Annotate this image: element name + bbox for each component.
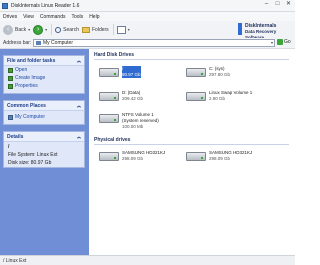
collapse-icon[interactable]: ︽	[77, 103, 81, 109]
hard-drive-icon	[99, 152, 119, 161]
physical-drive-item[interactable]: SAMSUNG HD321KJ 298.09 Gb	[186, 150, 252, 162]
collapse-icon[interactable]: ︽	[77, 58, 81, 64]
address-label: Address bar:	[3, 40, 32, 46]
window-title: DiskInternals Linux Reader 1.6	[11, 2, 80, 9]
task-properties[interactable]: Properties	[4, 82, 84, 90]
minimize-button[interactable]: –	[262, 1, 271, 8]
hard-drive-icon	[99, 68, 119, 77]
chevron-down-icon: ▾	[127, 27, 130, 32]
hdd-section-title: Hard Disk Drives	[94, 52, 135, 58]
drive-list-pane: Hard Disk Drives / 80.97 Gb C: (sys) 297…	[89, 49, 295, 255]
task-properties-label: Properties	[15, 83, 38, 89]
back-button[interactable]: ‹ Back ▾	[3, 24, 31, 35]
menu-commands[interactable]: Commands	[37, 14, 69, 20]
views-icon	[116, 25, 126, 34]
drive-size: 209.42 Gb	[122, 96, 144, 101]
drive-size: 297.80 Gb	[209, 72, 231, 77]
menu-help[interactable]: Help	[86, 14, 102, 20]
places-panel-title: Common Places	[7, 102, 46, 109]
place-my-computer[interactable]: My Computer	[4, 113, 84, 121]
views-button[interactable]: ▾	[116, 25, 130, 34]
search-icon	[55, 26, 62, 33]
drive-size: 80.97 Gb	[122, 72, 141, 78]
task-create-image[interactable]: Create Image	[4, 74, 84, 82]
menu-bar: Drives View Commands Tools Help	[0, 12, 295, 21]
chevron-down-icon[interactable]: ▾	[271, 40, 273, 45]
address-bar: Address bar: My Computer ▾ Go	[0, 38, 295, 49]
details-panel-title: Details	[7, 133, 24, 140]
address-value: My Computer	[43, 40, 74, 46]
menu-view[interactable]: View	[20, 14, 37, 20]
app-icon	[2, 2, 8, 9]
folder-icon	[82, 26, 90, 33]
drive-size: 100.00 Mb	[122, 124, 144, 129]
drive-item-c[interactable]: C: (sys) 297.80 Gb	[186, 66, 230, 78]
hard-drive-icon	[186, 92, 206, 101]
close-button[interactable]: ✕	[284, 1, 293, 8]
details-panel-header[interactable]: Details ︽	[4, 132, 84, 142]
toolbar: ‹ Back ▾ › ▾ Search Folders ▾ DiskIntern…	[0, 21, 295, 40]
toolbar-divider	[112, 24, 114, 35]
folders-button[interactable]: Folders	[82, 26, 109, 33]
details-filesystem: File System: Linux Ext	[8, 152, 58, 158]
address-input[interactable]: My Computer ▾	[33, 39, 275, 47]
search-button[interactable]: Search	[55, 26, 79, 33]
details-panel: Details ︽ / File System: Linux Ext Disk …	[3, 131, 85, 168]
menu-drives[interactable]: Drives	[0, 14, 20, 20]
task-open[interactable]: Open	[4, 66, 84, 74]
drive-item-root[interactable]: / 80.97 Gb	[99, 66, 141, 78]
hard-drive-icon	[186, 152, 206, 161]
menu-tools[interactable]: Tools	[69, 14, 87, 20]
hard-drive-icon	[99, 114, 119, 123]
task-open-label: Open	[15, 67, 28, 73]
drive-item-linux-swap[interactable]: Linux Swap Volume 1 2.90 Gb	[186, 90, 252, 102]
forward-arrow-icon: ›	[33, 24, 44, 35]
collapse-icon[interactable]: ︽	[77, 134, 81, 140]
section-divider	[94, 59, 289, 60]
drive-size: 2.90 Gb	[209, 96, 226, 101]
tasks-panel-header[interactable]: File and folder tasks ︽	[4, 56, 84, 66]
status-text: / Linux Ext	[3, 257, 27, 264]
section-divider	[94, 144, 289, 145]
computer-icon	[8, 114, 13, 120]
hard-drive-icon	[186, 68, 206, 77]
drive-size: 298.09 Gb	[122, 156, 144, 161]
brand-logo-icon	[238, 23, 242, 35]
hard-drive-icon	[99, 92, 119, 101]
back-label: Back	[15, 26, 27, 33]
forward-button[interactable]: › ▾	[33, 24, 48, 35]
chevron-down-icon: ▾	[45, 27, 48, 32]
details-disk-size: Disk size: 80.97 Gb	[8, 160, 52, 166]
search-label: Search	[63, 26, 79, 33]
folders-label: Folders	[92, 26, 109, 33]
places-panel-header[interactable]: Common Places ︽	[4, 101, 84, 111]
app-window: DiskInternals Linux Reader 1.6 – □ ✕ Dri…	[0, 0, 295, 265]
maximize-button[interactable]: □	[273, 1, 282, 8]
toolbar-divider	[51, 24, 53, 35]
computer-icon	[36, 41, 41, 45]
tasks-panel-title: File and folder tasks	[7, 57, 56, 64]
physical-drive-item[interactable]: SAMSUNG HD321KJ 298.09 Gb	[99, 150, 165, 162]
back-arrow-icon: ‹	[3, 24, 13, 35]
drive-size: 298.09 Gb	[209, 156, 231, 161]
drive-item-d[interactable]: D: (Data) 209.42 Gb	[99, 90, 143, 102]
properties-icon	[8, 83, 13, 89]
drive-item-ntfs[interactable]: NTFS Volume 1 (System reserved) 100.00 M…	[99, 112, 159, 130]
go-button[interactable]: Go	[277, 39, 291, 45]
place-my-computer-label: My Computer	[15, 114, 46, 120]
open-icon	[8, 67, 13, 73]
task-create-image-label: Create Image	[15, 75, 46, 81]
title-bar: DiskInternals Linux Reader 1.6 – □ ✕	[0, 0, 295, 12]
go-label: Go	[284, 39, 291, 45]
sidebar: File and folder tasks ︽ Open Create Imag…	[0, 49, 89, 255]
details-name: /	[8, 144, 10, 150]
physical-section-title: Physical drives	[94, 137, 131, 143]
chevron-down-icon: ▾	[28, 27, 31, 32]
tasks-panel: File and folder tasks ︽ Open Create Imag…	[3, 55, 85, 94]
go-arrow-icon	[277, 39, 283, 45]
create-image-icon	[8, 75, 13, 81]
places-panel: Common Places ︽ My Computer	[3, 100, 85, 125]
